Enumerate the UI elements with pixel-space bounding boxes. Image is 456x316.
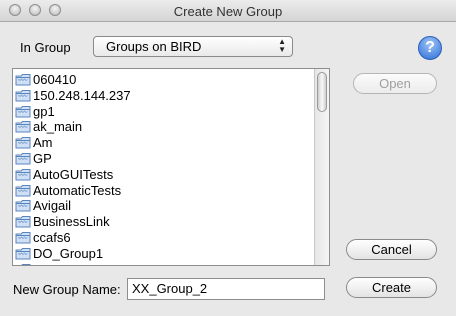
folder-icon [15,184,31,197]
scrollbar-thumb[interactable] [317,72,327,112]
folder-icon [15,120,31,133]
list-item[interactable]: 060410 [13,72,313,88]
list-item-label: 060410 [33,72,77,87]
list-item-label: BusinessLink [33,214,110,230]
in-group-select[interactable]: Groups on BIRD ▲ ▼ [93,36,293,57]
list-item-label: ak_main [33,119,83,135]
folder-icon [15,168,31,181]
list-item-label: ccafs6 [33,230,71,245]
list-item[interactable] [13,262,313,265]
title-bar: Create New Group [0,0,456,22]
folder-icon [15,105,31,118]
folder-icon [15,247,31,260]
list-item-label: Avigail [33,198,72,214]
list-item[interactable]: Avigail [13,198,313,214]
list-item[interactable]: Am [13,135,313,151]
list-item-label: AutomaticTests [33,182,122,198]
list-item-label: GP [33,151,52,166]
list-item[interactable]: DO_Group1 [13,246,313,262]
new-group-name-label: New Group Name: [13,282,121,297]
list-item[interactable]: BusinessLink [13,214,313,230]
folder-icon [15,136,31,149]
folder-icon [15,263,31,265]
list-item[interactable]: AutomaticTests [13,183,313,199]
folder-icon [15,199,31,212]
list-item[interactable]: AutoGUITests [13,167,313,183]
window-title: Create New Group [173,4,283,19]
folder-icon [15,89,31,102]
list-item-label: 150.248.144.237 [33,87,131,103]
list-item-label: AutoGUITests [33,166,114,182]
list-item[interactable]: ccafs6 [13,230,313,246]
list-item[interactable]: GP [13,151,313,167]
vertical-scrollbar[interactable] [314,69,329,265]
group-list[interactable]: 060410 150.248.144.237 gp1 ak_main Am GP AutoG… [12,68,330,266]
list-item[interactable]: ak_main [13,119,313,135]
list-item-label: gp1 [33,103,55,119]
list-item-label: DO_Group1 [33,245,104,261]
folder-icon [15,73,31,86]
list-item[interactable]: 150.248.144.237 [13,88,313,104]
help-icon[interactable]: ? [418,36,442,60]
in-group-label: In Group [20,40,71,55]
list-item[interactable]: gp1 [13,104,313,120]
folder-icon [15,231,31,244]
create-button[interactable]: Create [346,277,437,298]
cancel-button[interactable]: Cancel [346,239,437,260]
popup-arrows-icon: ▲ ▼ [278,37,286,54]
new-group-name-input[interactable]: XX_Group_2 [127,278,325,300]
in-group-selected-value: Groups on BIRD [106,39,202,54]
folder-icon [15,152,31,165]
list-item-label: Am [33,135,53,151]
open-button[interactable]: Open [353,73,437,94]
folder-icon [15,215,31,228]
